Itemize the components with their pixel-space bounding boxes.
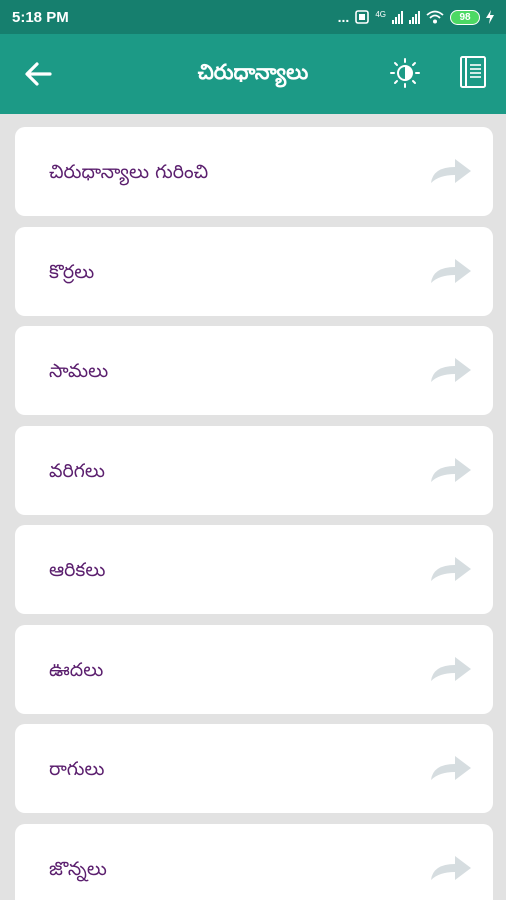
brightness-icon[interactable] bbox=[388, 56, 422, 90]
list-item-label: జొన్నలు bbox=[49, 857, 107, 880]
forward-arrow-icon bbox=[431, 258, 471, 283]
wifi-icon bbox=[426, 10, 444, 24]
status-icons: ... 4G 98 bbox=[337, 9, 494, 25]
signal-icon-2 bbox=[409, 10, 420, 24]
book-icon[interactable] bbox=[458, 54, 490, 90]
charging-icon bbox=[486, 10, 494, 24]
list-item[interactable]: జొన్నలు bbox=[15, 823, 493, 900]
forward-arrow-icon bbox=[431, 557, 471, 581]
status-bar: 5:18 PM ... 4G 98 bbox=[0, 0, 506, 34]
forward-arrow-icon bbox=[431, 358, 471, 382]
page-title: చిరుధాన్యాలు bbox=[197, 60, 309, 84]
list-item[interactable]: కొర్రలు bbox=[15, 226, 493, 316]
forward-arrow-icon bbox=[431, 656, 471, 681]
list-item[interactable]: చిరుధాన్యాలు గురించి bbox=[15, 127, 493, 216]
app-bar: చిరుధాన్యాలు bbox=[0, 34, 506, 114]
list-item[interactable]: వరిగలు bbox=[15, 425, 493, 515]
more-notifications-icon: ... bbox=[337, 9, 350, 25]
status-time: 5:18 PM bbox=[12, 8, 69, 26]
signal-icon bbox=[392, 10, 403, 24]
forward-arrow-icon bbox=[431, 756, 471, 780]
list-item-label: ఊదలు bbox=[49, 658, 104, 681]
arrow-left-icon[interactable] bbox=[22, 58, 54, 90]
list-item-label: సామలు bbox=[49, 360, 109, 382]
list-item[interactable]: సామలు bbox=[15, 326, 493, 415]
list-item[interactable]: రాగులు bbox=[15, 724, 493, 813]
list-item-label: రాగులు bbox=[49, 758, 105, 780]
list-item-label: ఆరికలు bbox=[49, 559, 106, 581]
forward-arrow-icon bbox=[431, 159, 471, 183]
list-item[interactable]: ఊదలు bbox=[15, 624, 493, 714]
list-item-label: కొర్రలు bbox=[49, 260, 95, 283]
list-item-label: చిరుధాన్యాలు గురించి bbox=[49, 161, 209, 183]
battery-indicator: 98 bbox=[450, 9, 480, 25]
list-item[interactable]: ఆరికలు bbox=[15, 525, 493, 614]
forward-arrow-icon bbox=[431, 855, 471, 880]
forward-arrow-icon bbox=[431, 457, 471, 482]
network-type-label: 4G bbox=[375, 9, 386, 19]
list-item-label: వరిగలు bbox=[49, 459, 105, 482]
topic-list: చిరుధాన్యాలు గురించి కొర్రలు సామలు వరిగల… bbox=[15, 127, 493, 900]
screenshot-notification-icon bbox=[355, 10, 370, 24]
